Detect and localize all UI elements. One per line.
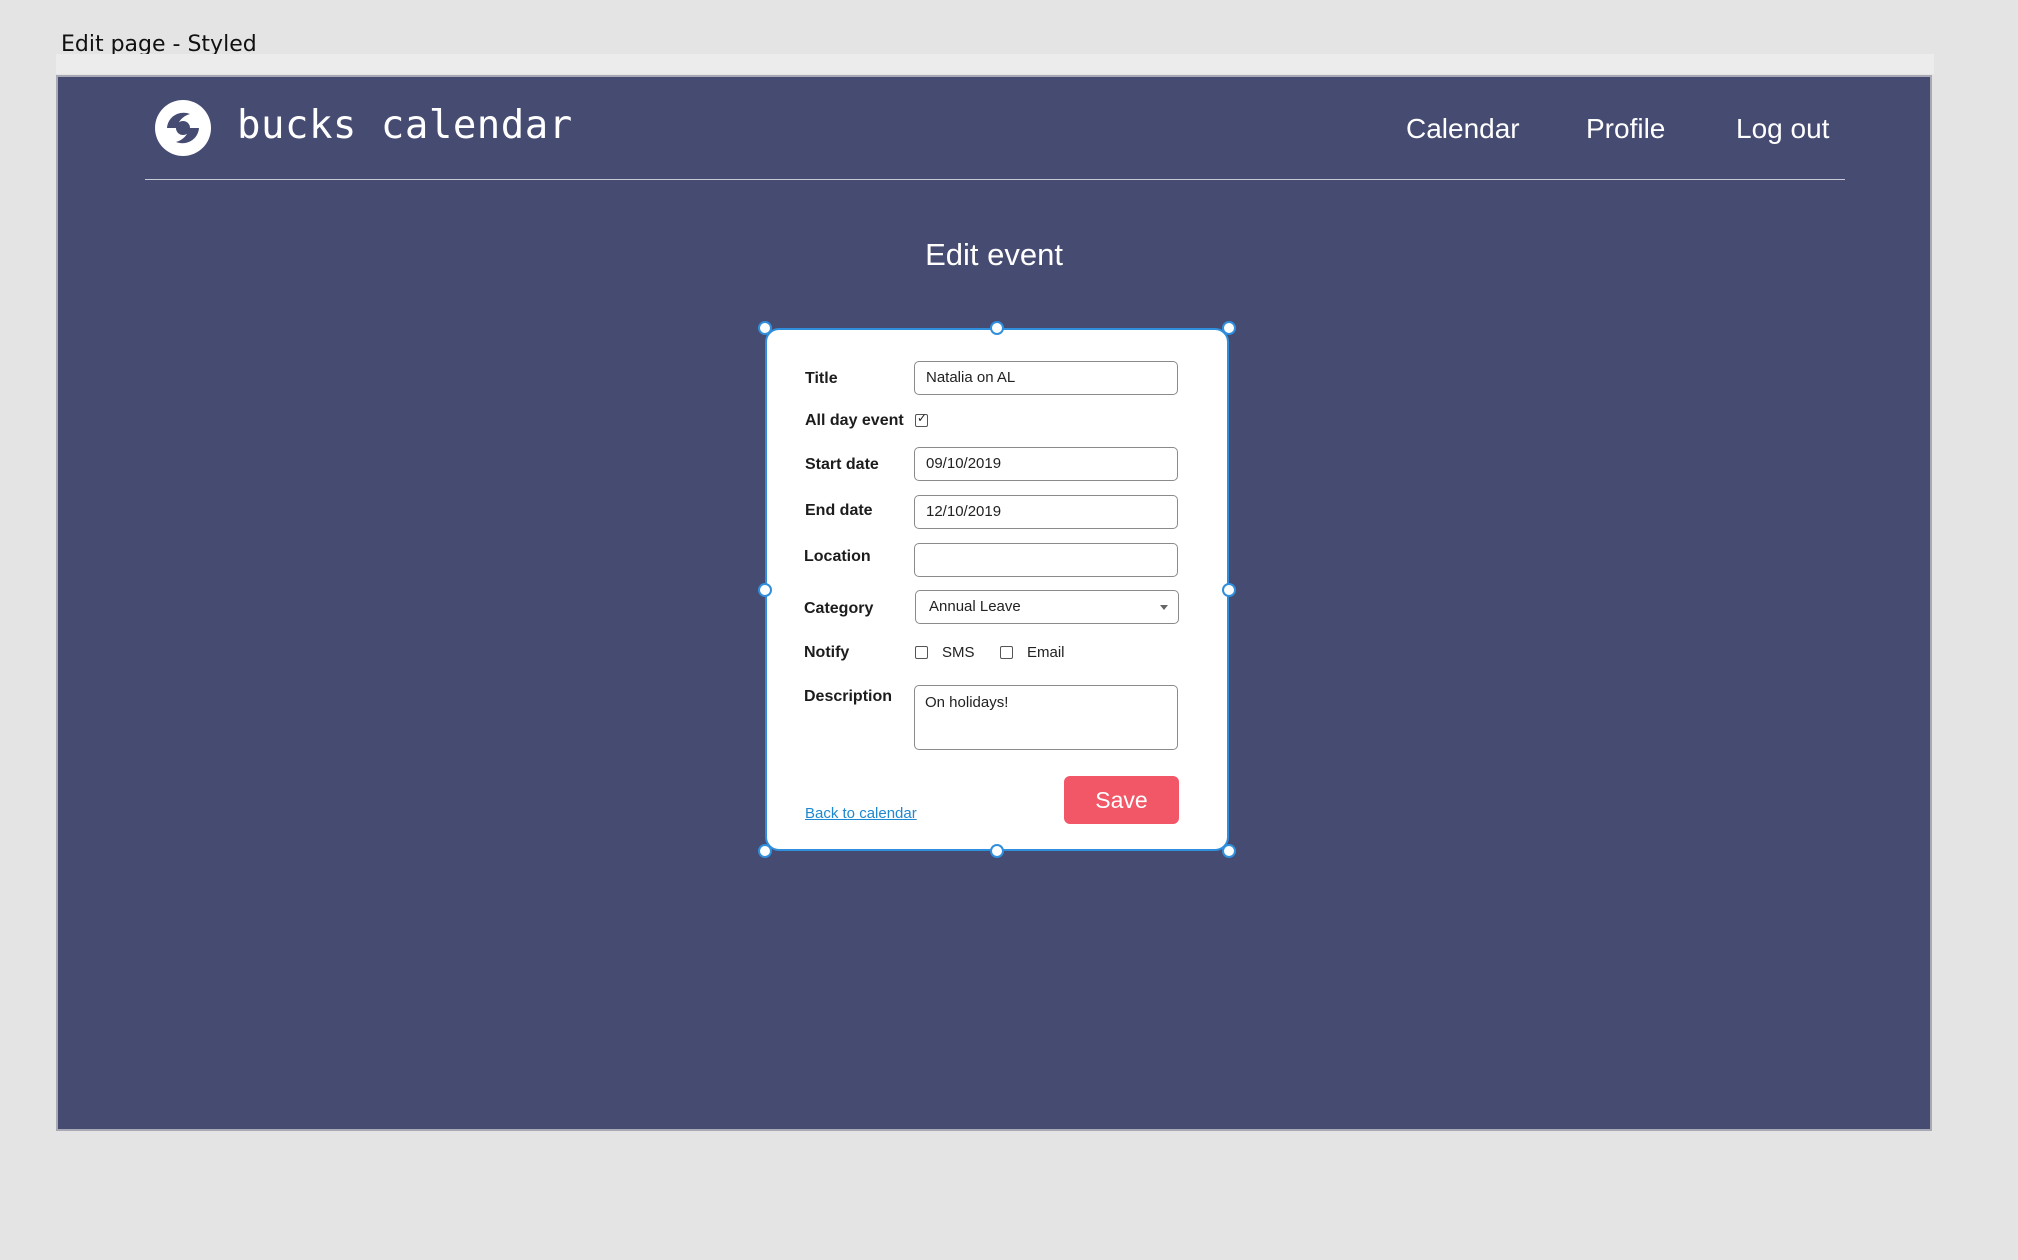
- title-label: Title: [805, 370, 838, 387]
- sms-option-label: SMS: [942, 644, 975, 661]
- page-title: Edit event: [925, 237, 1063, 272]
- resize-handle-bottom-left[interactable]: [758, 844, 772, 858]
- notify-label: Notify: [804, 644, 850, 661]
- nav-profile[interactable]: Profile: [1586, 113, 1665, 145]
- location-input[interactable]: [914, 543, 1178, 577]
- all-day-checkbox[interactable]: ✓: [915, 411, 928, 427]
- description-label: Description: [804, 688, 893, 705]
- sms-checkbox[interactable]: [915, 646, 928, 659]
- resize-handle-left[interactable]: [758, 583, 772, 597]
- resize-handle-top-left[interactable]: [758, 321, 772, 335]
- location-label: Location: [804, 548, 871, 565]
- edit-event-card: Title Natalia on AL All day event ✓ Star…: [758, 321, 1236, 858]
- email-checkbox[interactable]: [1000, 646, 1013, 659]
- end-date-input[interactable]: 12/10/2019: [914, 495, 1178, 529]
- start-date-label: Start date: [805, 456, 879, 473]
- resize-handle-bottom[interactable]: [990, 844, 1004, 858]
- nav-calendar[interactable]: Calendar: [1406, 113, 1520, 145]
- category-label: Category: [804, 600, 874, 617]
- end-date-label: End date: [805, 502, 873, 519]
- back-to-calendar-link[interactable]: Back to calendar: [805, 805, 917, 822]
- title-input[interactable]: Natalia on AL: [914, 361, 1178, 395]
- all-day-label: All day event: [805, 412, 904, 429]
- category-select[interactable]: Annual Leave: [915, 590, 1179, 624]
- app-canvas: bucks calendar Calendar Profile Log out …: [56, 75, 1932, 1131]
- description-textarea[interactable]: On holidays!: [914, 685, 1178, 750]
- resize-handle-top-right[interactable]: [1222, 321, 1236, 335]
- chevron-down-icon: [1160, 605, 1168, 610]
- brand-name: bucks calendar: [237, 103, 573, 148]
- nav-logout[interactable]: Log out: [1736, 113, 1829, 145]
- start-date-input[interactable]: 09/10/2019: [914, 447, 1178, 481]
- frame-strip: [56, 54, 1934, 74]
- header-divider: [145, 179, 1845, 180]
- save-button[interactable]: Save: [1064, 776, 1179, 824]
- resize-handle-bottom-right[interactable]: [1222, 844, 1236, 858]
- resize-handle-right[interactable]: [1222, 583, 1236, 597]
- category-select-value: Annual Leave: [929, 598, 1021, 615]
- checkmark-icon: ✓: [917, 411, 928, 425]
- bucks-logo-icon: [155, 100, 211, 156]
- resize-handle-top[interactable]: [990, 321, 1004, 335]
- email-option-label: Email: [1027, 644, 1065, 661]
